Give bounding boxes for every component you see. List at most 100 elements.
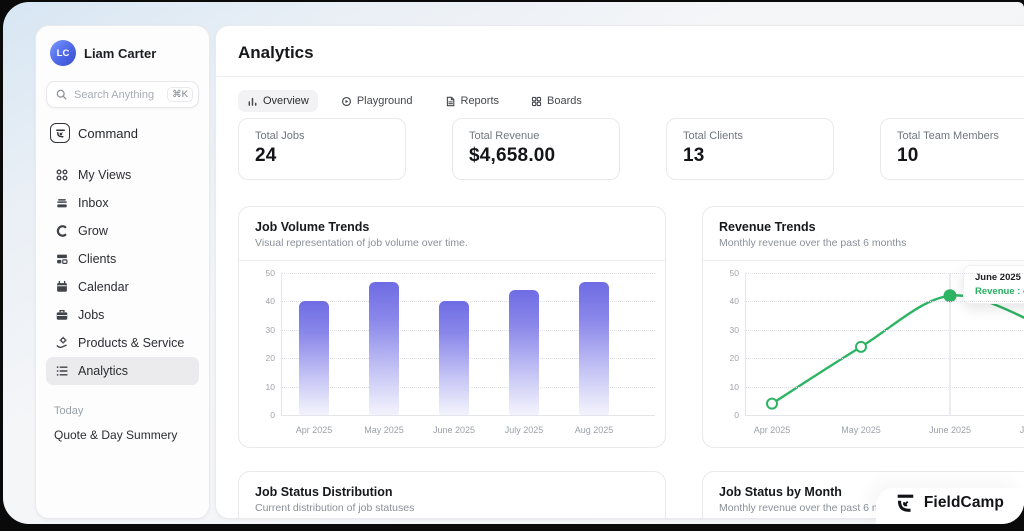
tab-label: Playground: [356, 95, 413, 107]
search-shortcut-badge: ⌘K: [167, 86, 193, 103]
today-section-label: Today: [54, 405, 84, 417]
x-axis-label: Aug 2025: [574, 425, 614, 435]
gridline: [281, 273, 655, 274]
sidebar-item-label: My Views: [78, 168, 132, 182]
fieldcamp-logo-icon: [897, 494, 914, 512]
y-axis-tick: 10: [265, 381, 275, 392]
tab-label: Boards: [547, 95, 582, 107]
sidebar-item-command[interactable]: Command: [46, 121, 199, 145]
stat-card-total-revenue: Total Revenue $4,658.00: [452, 118, 620, 180]
bar-may-2025[interactable]: [369, 281, 399, 415]
sidebar-item-my-views[interactable]: My Views: [46, 161, 199, 189]
bar-june-2025[interactable]: [439, 301, 469, 415]
gridline: [745, 273, 1024, 274]
sidebar-item-analytics[interactable]: Analytics: [46, 357, 199, 385]
y-axis-tick: 0: [270, 410, 275, 420]
card-header: Job Volume Trends Visual representation …: [239, 207, 665, 261]
avatar[interactable]: LC: [50, 40, 76, 66]
sidebar-item-jobs[interactable]: Jobs: [46, 301, 199, 329]
card-title: Job Volume Trends: [255, 220, 370, 234]
y-axis-tick: 40: [265, 296, 275, 307]
chart-tooltip: June 2025 Revenue : 4000: [963, 265, 1024, 304]
main-panel: Analytics Overview Playground Reports Bo…: [215, 25, 1024, 519]
sidebar-item-label: Grow: [78, 224, 108, 238]
sidebar-item-label: Analytics: [78, 364, 129, 378]
tab-playground[interactable]: Playground: [332, 90, 422, 112]
stat-value: $4,658.00: [469, 145, 556, 166]
search-box[interactable]: ⌘K: [46, 81, 199, 108]
briefcase-icon: [54, 308, 69, 323]
bar-july-2025[interactable]: [509, 290, 539, 415]
card-subtitle: Monthly revenue over the past 6 months: [719, 237, 907, 249]
sidebar-item-calendar[interactable]: Calendar: [46, 273, 199, 301]
stat-label: Total Clients: [683, 130, 743, 142]
sidebar-item-label: Jobs: [78, 308, 105, 322]
clients-icon: [54, 252, 69, 267]
y-axis-tick: 50: [265, 268, 275, 278]
card-subtitle: Current distribution of job statuses: [255, 502, 415, 514]
search-input[interactable]: [74, 88, 163, 101]
card-job-volume-trends: Job Volume Trends Visual representation …: [238, 206, 666, 448]
y-axis-tick: 30: [265, 324, 275, 335]
stat-value: 13: [683, 145, 705, 166]
stat-value: 24: [255, 145, 277, 166]
app-window: LC Liam Carter ⌘K Command My Views: [3, 2, 1024, 524]
line-chart: June 2025 Revenue : 4000 0 10 20 30 40 50 Apr …: [717, 255, 1024, 449]
bar-aug-2025[interactable]: [579, 281, 609, 415]
sidebar-item-products-service[interactable]: Products & Service: [46, 329, 199, 357]
main-header: Analytics: [216, 26, 1024, 77]
tab-label: Overview: [263, 95, 309, 107]
y-axis-tick: 0: [734, 410, 739, 420]
sidebar-item-quote-day-summery[interactable]: Quote & Day Summery: [46, 428, 199, 442]
y-axis-tick: 20: [729, 353, 739, 364]
card-header: Job Status Distribution Current distribu…: [239, 472, 665, 518]
card-title: Revenue Trends: [719, 220, 816, 234]
search-icon: [54, 87, 69, 102]
x-axis-label: Apr 2025: [295, 425, 333, 435]
sidebar-item-grow[interactable]: Grow: [46, 217, 199, 245]
sidebar-nav: My Views Inbox Grow Clients Calendar Job…: [46, 161, 199, 385]
data-point-apr-2025[interactable]: [766, 397, 778, 410]
user-profile[interactable]: LC Liam Carter: [46, 40, 199, 66]
tab-reports[interactable]: Reports: [436, 90, 509, 112]
card-subtitle: Visual representation of job volume over…: [255, 237, 468, 249]
fieldcamp-watermark: FieldCamp: [875, 488, 1024, 524]
stat-card-total-jobs: Total Jobs 24: [238, 118, 406, 180]
sidebar: LC Liam Carter ⌘K Command My Views: [35, 25, 210, 519]
data-point-may-2025[interactable]: [855, 340, 867, 353]
x-axis-label: June 2025: [432, 425, 476, 435]
x-axis-label: July 2025: [504, 425, 544, 435]
y-axis-line: [745, 273, 746, 415]
overview-chart-icon: [248, 97, 257, 106]
stat-card-total-team-members: Total Team Members 10: [880, 118, 1024, 180]
user-name: Liam Carter: [84, 45, 157, 61]
data-point-june-2025[interactable]: [943, 289, 957, 303]
inbox-icon: [54, 196, 69, 211]
tab-label: Reports: [460, 95, 500, 107]
calendar-icon: [54, 280, 69, 295]
card-revenue-trends: Revenue Trends Monthly revenue over the …: [702, 206, 1024, 448]
sidebar-item-label: Command: [78, 125, 138, 141]
stat-card-total-clients: Total Clients 13: [666, 118, 834, 180]
x-axis-label: May 2025: [841, 425, 881, 435]
stat-label: Total Team Members: [897, 130, 999, 142]
grow-icon: [54, 224, 69, 239]
y-axis-line: [281, 273, 282, 415]
sidebar-item-inbox[interactable]: Inbox: [46, 189, 199, 217]
hand-gear-icon: [54, 336, 69, 351]
x-axis-line: [281, 415, 655, 416]
x-axis-label: Apr 2025: [753, 425, 791, 435]
x-axis-line: [745, 415, 1024, 416]
gridline: [745, 301, 1024, 303]
stat-label: Total Revenue: [469, 130, 540, 142]
x-axis-label: July 2025: [1019, 425, 1024, 435]
y-axis-tick: 10: [729, 381, 739, 392]
sidebar-item-clients[interactable]: Clients: [46, 245, 199, 273]
tab-boards[interactable]: Boards: [522, 90, 591, 112]
tab-overview[interactable]: Overview: [238, 90, 318, 112]
sidebar-item-label: Clients: [78, 252, 117, 266]
tooltip-value: Revenue : 4000: [975, 286, 1024, 297]
stat-value: 10: [897, 145, 919, 166]
bar-apr-2025[interactable]: [299, 301, 329, 415]
y-axis-tick: 50: [729, 268, 739, 278]
